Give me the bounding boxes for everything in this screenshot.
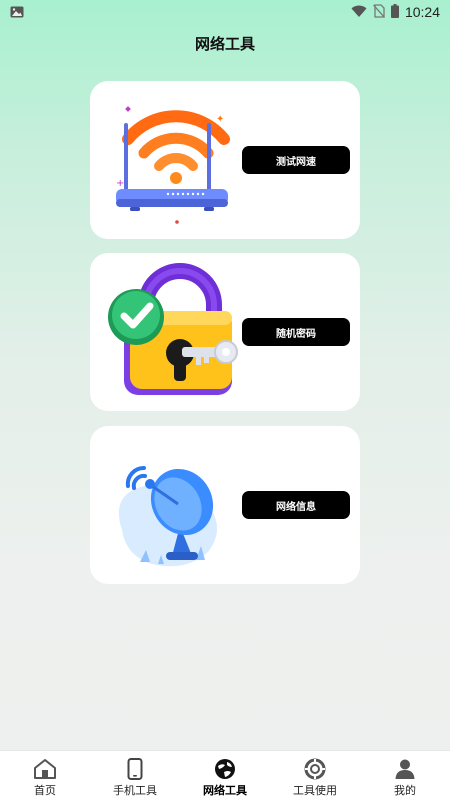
no-sim-icon	[372, 3, 385, 22]
nav-item-phone-tools[interactable]: 手机工具	[90, 751, 180, 800]
battery-icon	[390, 3, 399, 22]
nav-item-home[interactable]: 首页	[0, 751, 90, 800]
wifi-router-illustration: ✦ +	[100, 89, 240, 231]
nav-item-me[interactable]: 我的	[360, 751, 450, 800]
nav-item-tool-usage[interactable]: 工具使用	[270, 751, 360, 800]
globe-icon	[213, 757, 237, 781]
svg-text:✦: ✦	[216, 114, 224, 125]
satellite-dish-illustration	[100, 434, 240, 576]
user-icon	[393, 757, 417, 781]
nav-label-tool-usage: 工具使用	[293, 784, 337, 797]
tool-card-speed-test[interactable]: ✦ + 测试网速	[90, 81, 360, 239]
speed-test-button[interactable]: 测试网速	[242, 146, 350, 174]
nav-item-network-tools[interactable]: 网络工具	[180, 751, 270, 800]
bottom-nav: 首页 手机工具 网络工具 工具使用 我的	[0, 750, 450, 800]
wifi-icon	[351, 3, 367, 22]
nav-label-phone-tools: 手机工具	[113, 784, 157, 797]
lifebuoy-icon	[303, 757, 327, 781]
random-password-button[interactable]: 随机密码	[242, 318, 350, 346]
nav-label-me: 我的	[394, 784, 416, 797]
status-time: 10:24	[404, 4, 440, 20]
tool-card-network-info[interactable]: 网络信息	[90, 426, 360, 584]
tool-card-random-password[interactable]: 随机密码	[90, 253, 360, 411]
image-icon	[10, 3, 24, 22]
padlock-key-illustration	[100, 261, 240, 403]
home-icon	[33, 757, 57, 781]
nav-label-home: 首页	[34, 784, 56, 797]
status-bar: 10:24	[0, 0, 450, 24]
network-info-button[interactable]: 网络信息	[242, 491, 350, 519]
page-title: 网络工具	[194, 35, 255, 53]
nav-label-network-tools: 网络工具	[203, 784, 247, 797]
svg-text:+: +	[116, 178, 124, 189]
phone-icon	[123, 757, 147, 781]
